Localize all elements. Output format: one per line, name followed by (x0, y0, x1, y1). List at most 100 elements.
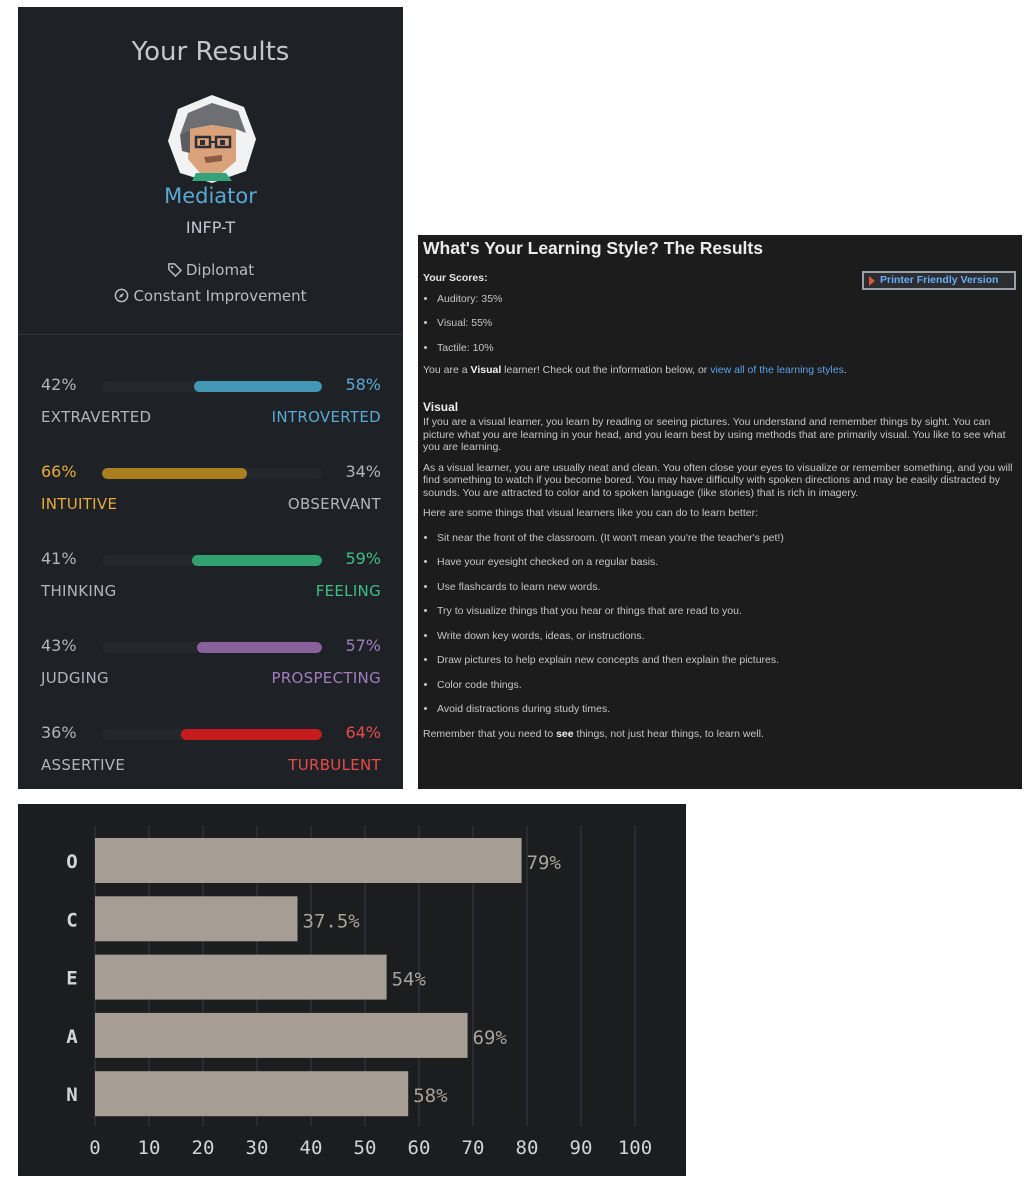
trait-row: 43% 57% JUDGING PROSPECTING (18, 636, 403, 706)
bar-value-label: 58% (413, 1085, 448, 1107)
category-label: C (66, 909, 77, 931)
printer-friendly-button[interactable]: Printer Friendly Version (862, 271, 1016, 290)
trait-right-label: OBSERVANT (287, 495, 381, 513)
ocean-bar-chart: 79% O 37.5% C 54% E 69% A 58% N 0 10 20 30 40 50 60 70 80 9… (18, 804, 686, 1176)
category-label: E (66, 968, 77, 990)
bar-o (95, 838, 522, 883)
category-label: N (66, 1084, 77, 1106)
category-label: O (66, 851, 77, 873)
trait-left-label: ASSERTIVE (41, 756, 126, 774)
score-item: Tactile: 10% (437, 342, 1017, 355)
strategy-label: Constant Improvement (133, 287, 307, 305)
result-type: Visual (470, 364, 502, 376)
x-tick-label: 20 (192, 1137, 215, 1159)
tag-icon (167, 263, 182, 278)
bar-e (95, 954, 387, 1000)
bar-value-label: 79% (527, 852, 562, 874)
results-title: Your Results (131, 37, 290, 67)
trait-row: 66% 34% INTUITIVE OBSERVANT (18, 462, 403, 532)
score-item: Visual: 55% (437, 317, 1017, 330)
trait-row: 41% 59% THINKING FEELING (18, 549, 403, 619)
personality-type-code: INFP-T (185, 218, 236, 237)
trait-bar-fill (192, 555, 322, 566)
trait-left-label: THINKING (41, 582, 117, 600)
view-all-styles-link[interactable]: view all of the learning styles (710, 364, 844, 376)
ocean-chart-svg: 79% O 37.5% C 54% E 69% A 58% N 0 10 20 30 40 50 60 70 80 9… (66, 826, 652, 1159)
bar-a (95, 1012, 468, 1058)
bar-value-label: 37.5% (303, 910, 361, 932)
trait-right-percent: 34% (345, 462, 381, 481)
trait-left-label: INTUITIVE (41, 495, 118, 513)
trait-left-percent: 42% (41, 375, 77, 394)
personality-type-name: Mediator (164, 184, 257, 208)
tips-list: Sit near the front of the classroom. (It… (423, 532, 1017, 716)
bar-value-label: 54% (392, 969, 427, 991)
learning-style-title: What's Your Learning Style? The Results (423, 238, 763, 258)
x-tick-label: 70 (462, 1137, 485, 1159)
trait-bar-fill (194, 381, 322, 392)
trait-row: 36% 64% ASSERTIVE TURBULENT (18, 723, 403, 793)
trait-right-percent: 59% (345, 549, 381, 568)
x-tick-label: 80 (516, 1137, 539, 1159)
trait-left-label: EXTRAVERTED (41, 408, 152, 426)
trait-right-label: FEELING (315, 582, 381, 600)
tip-item: Sit near the front of the classroom. (It… (437, 532, 1017, 545)
mediator-avatar (168, 95, 256, 183)
x-tick-label: 30 (246, 1137, 269, 1159)
personality-results-card: Your Results Mediator INFP-T Diplomat Co… (18, 7, 403, 789)
x-tick-label: 0 (89, 1137, 100, 1159)
scores-list: Auditory: 35% Visual: 55% Tactile: 10% (423, 293, 1017, 355)
tip-item: Have your eyesight checked on a regular … (437, 556, 1017, 569)
trait-row: 42% 58% EXTRAVERTED INTROVERTED (18, 375, 403, 445)
trait-bar (102, 555, 322, 566)
printer-friendly-label: Printer Friendly Version (880, 274, 999, 286)
trait-bar-fill (197, 642, 322, 653)
tip-item: Draw pictures to help explain new concep… (437, 654, 1017, 667)
trait-right-label: PROSPECTING (271, 669, 381, 687)
bar-n (95, 1071, 409, 1117)
trait-bar (102, 729, 322, 740)
trait-left-percent: 41% (41, 549, 77, 568)
trait-left-percent: 36% (41, 723, 77, 742)
score-item: Auditory: 35% (437, 293, 1017, 306)
trait-right-percent: 64% (345, 723, 381, 742)
x-tick-label: 90 (570, 1137, 593, 1159)
visual-paragraph-1: If you are a visual learner, you learn b… (423, 416, 1006, 453)
tip-item: Avoid distractions during study times. (437, 703, 1017, 716)
role-label: Diplomat (185, 261, 255, 279)
visual-paragraph-2: As a visual learner, you are usually nea… (423, 461, 1013, 499)
tip-item: Use flashcards to learn new words. (437, 581, 1017, 594)
trait-right-percent: 57% (345, 636, 381, 655)
trait-bar (102, 381, 322, 392)
section-title: Visual (423, 399, 459, 414)
tip-item: Write down key words, ideas, or instruct… (437, 630, 1017, 643)
trait-right-percent: 58% (345, 375, 381, 394)
trait-right-label: TURBULENT (288, 756, 381, 774)
trait-right-label: INTROVERTED (271, 408, 381, 426)
learning-style-panel: What's Your Learning Style? The Results … (418, 235, 1022, 789)
x-tick-label: 100 (618, 1137, 652, 1159)
trait-bar (102, 468, 322, 479)
trait-left-label: JUDGING (41, 669, 109, 687)
tip-item: Color code things. (437, 679, 1017, 692)
trait-bar-fill (181, 729, 322, 740)
trait-left-percent: 66% (41, 462, 77, 481)
trait-bar (102, 642, 322, 653)
strategy-row: Constant Improvement (18, 287, 403, 305)
tip-item: Try to visualize things that you hear or… (437, 605, 1017, 618)
role-row: Diplomat (18, 261, 403, 279)
divider (18, 334, 403, 335)
closing-bold: see (556, 727, 574, 740)
x-tick-label: 40 (300, 1137, 323, 1159)
visual-paragraph-3: Here are some things that visual learner… (423, 507, 759, 519)
play-icon (869, 276, 875, 286)
compass-icon (115, 288, 129, 303)
trait-left-percent: 43% (41, 636, 77, 655)
category-label: A (66, 1026, 78, 1048)
x-tick-label: 60 (408, 1137, 431, 1159)
trait-bar-fill (102, 468, 247, 479)
closing-sentence: Remember that you need to see things, no… (423, 727, 764, 740)
x-tick-label: 50 (354, 1137, 377, 1159)
x-tick-label: 10 (138, 1137, 161, 1159)
bar-value-label: 69% (473, 1027, 508, 1049)
